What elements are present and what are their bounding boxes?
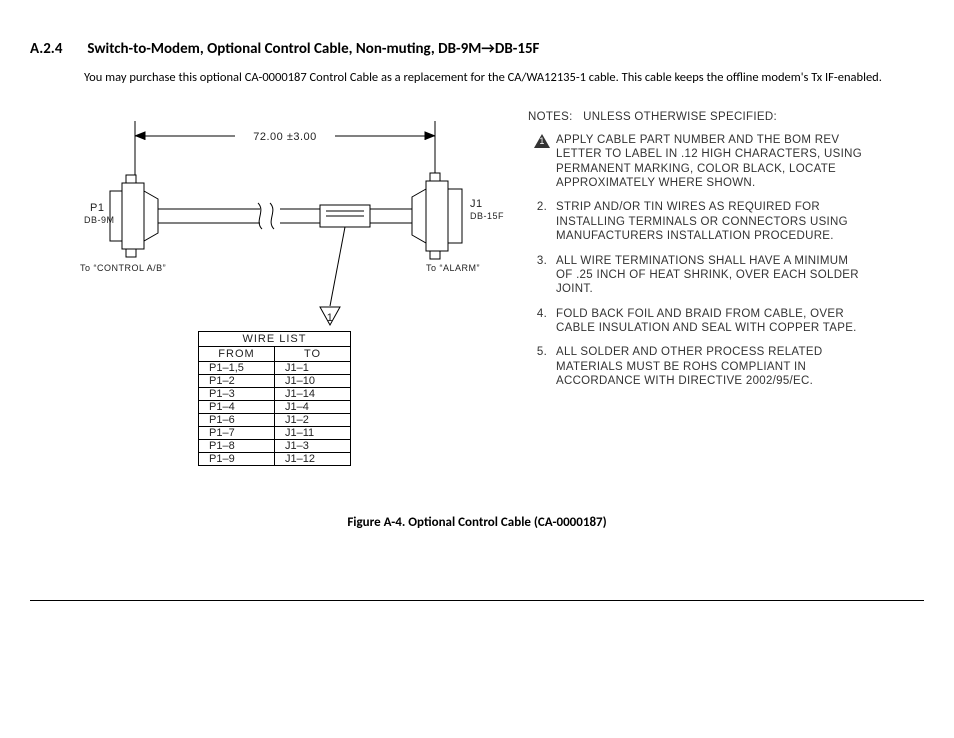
section-number: A.2.4 <box>30 40 84 58</box>
wire-to: J1–4 <box>275 400 351 413</box>
note-row: 1Apply cable part number and the BOM rev… <box>528 133 868 191</box>
note-number: 2. <box>528 200 556 243</box>
table-row: P1–2J1–10 <box>199 374 351 387</box>
section-body: You may purchase this optional CA-000018… <box>84 70 924 87</box>
note-text: All wire terminations shall have a minim… <box>556 254 868 297</box>
wire-to: J1–11 <box>275 426 351 439</box>
table-row: P1–7J1–11 <box>199 426 351 439</box>
note-row: 4.Fold back foil and braid from cable, o… <box>528 307 868 336</box>
notes-title: NOTES: UNLESS OTHERWISE SPECIFIED: <box>528 111 868 123</box>
wire-list-table: WIRE LIST FROM TO P1–1,5J1–1P1–2J1–10P1–… <box>198 331 351 466</box>
wire-from: P1–9 <box>199 452 275 465</box>
note-number: 1 <box>528 133 556 191</box>
table-row: P1–4J1–4 <box>199 400 351 413</box>
note-number: 3. <box>528 254 556 297</box>
wire-to: J1–12 <box>275 452 351 465</box>
note-text: Apply cable part number and the BOM rev … <box>556 133 868 191</box>
wire-to: J1–1 <box>275 361 351 374</box>
wire-to: J1–10 <box>275 374 351 387</box>
table-row: P1–9J1–12 <box>199 452 351 465</box>
dimension-label: 72.00 ±3.00 <box>253 131 317 143</box>
cable-diagram: 72.00 ±3.00 <box>30 111 530 341</box>
wire-from: P1–1,5 <box>199 361 275 374</box>
p1-ref: P1 <box>90 202 104 214</box>
p1-to: To “CONTROL A/B” <box>80 263 166 273</box>
note-number: 5. <box>528 345 556 388</box>
note-text: Fold back foil and braid from cable, ove… <box>556 307 868 336</box>
table-row: P1–3J1–14 <box>199 387 351 400</box>
note-row: 2.Strip and/or tin wires as required for… <box>528 200 868 243</box>
wire-from: P1–7 <box>199 426 275 439</box>
j1-ref: J1 <box>470 198 483 210</box>
section-heading: A.2.4 Switch-to-Modem, Optional Control … <box>30 40 924 58</box>
wire-to: J1–2 <box>275 413 351 426</box>
figure-caption: Figure A-4. Optional Control Cable (CA-0… <box>30 515 924 530</box>
wire-from: P1–8 <box>199 439 275 452</box>
wire-header-from: FROM <box>199 346 275 361</box>
wire-from: P1–3 <box>199 387 275 400</box>
j1-type: DB-15F <box>470 211 504 221</box>
note-row: 3.All wire terminations shall have a min… <box>528 254 868 297</box>
footer-rule <box>30 600 924 601</box>
notes-block: NOTES: UNLESS OTHERWISE SPECIFIED: 1Appl… <box>528 111 868 399</box>
note-text: Strip and/or tin wires as required for i… <box>556 200 868 243</box>
note-number: 4. <box>528 307 556 336</box>
p1-type: DB-9M <box>84 215 115 225</box>
wire-from: P1–4 <box>199 400 275 413</box>
wire-to: J1–14 <box>275 387 351 400</box>
wire-from: P1–2 <box>199 374 275 387</box>
figure: 72.00 ±3.00 <box>30 111 924 511</box>
section-title: Switch-to-Modem, Optional Control Cable,… <box>87 40 539 58</box>
wire-list-title: WIRE LIST <box>199 331 351 346</box>
wire-from: P1–6 <box>199 413 275 426</box>
table-row: P1–8J1–3 <box>199 439 351 452</box>
table-row: P1–1,5J1–1 <box>199 361 351 374</box>
wire-to: J1–3 <box>275 439 351 452</box>
table-row: P1–6J1–2 <box>199 413 351 426</box>
flag-marker: 1 <box>327 312 334 324</box>
note-row: 5.All solder and other process related m… <box>528 345 868 388</box>
j1-to: To “ALARM” <box>426 263 480 273</box>
wire-header-to: TO <box>275 346 351 361</box>
note-text: All solder and other process related mat… <box>556 345 868 388</box>
